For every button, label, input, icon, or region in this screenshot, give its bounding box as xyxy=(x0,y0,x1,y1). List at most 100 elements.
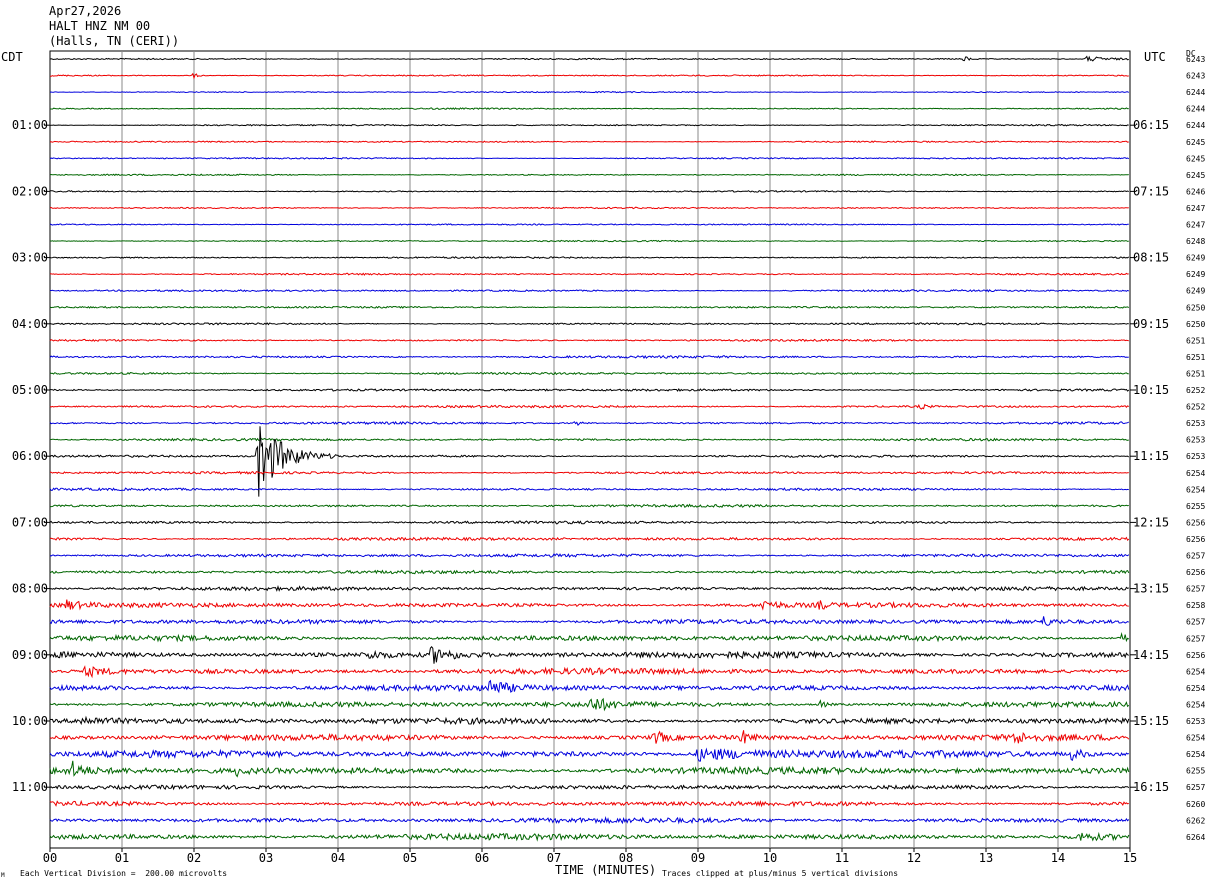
x-tick-label: 12 xyxy=(907,851,921,865)
seismic-trace xyxy=(49,799,1129,808)
seismic-trace xyxy=(49,437,1129,442)
seismic-trace xyxy=(49,831,1130,842)
dc-offset-label: 6254 xyxy=(1186,750,1205,759)
seismic-trace xyxy=(49,632,1130,643)
dc-offset-label: 6253 xyxy=(1186,452,1205,461)
left-hour-label: 03:00 xyxy=(12,251,48,265)
left-hour-label: 07:00 xyxy=(12,515,48,529)
dc-offset-label: 6257 xyxy=(1186,634,1205,643)
dc-offset-label: 6257 xyxy=(1186,783,1205,792)
seismic-trace xyxy=(49,715,1130,726)
seismic-trace xyxy=(49,157,1130,160)
scale-note: Each Vertical Division = 200.00 microvol… xyxy=(20,869,228,878)
x-tick-label: 00 xyxy=(43,851,57,865)
x-tick-label: 10 xyxy=(763,851,777,865)
seismic-trace xyxy=(49,289,1130,293)
dc-offset-label: 6255 xyxy=(1186,502,1205,511)
dc-offset-label: 6264 xyxy=(1186,833,1205,842)
right-hour-label: 09:15 xyxy=(1133,317,1169,331)
seismic-trace xyxy=(49,426,1130,497)
seismic-trace xyxy=(49,470,1129,475)
seismic-trace xyxy=(49,239,1129,243)
left-hour-label: 09:00 xyxy=(12,648,48,662)
seismic-trace xyxy=(49,487,1129,492)
dc-offset-label: 6253 xyxy=(1186,419,1205,428)
seismic-trace xyxy=(49,536,1130,542)
dc-offset-label: 6251 xyxy=(1186,369,1205,378)
dc-offset-label: 6249 xyxy=(1186,254,1205,263)
seismic-trace xyxy=(49,272,1129,276)
dc-offset-label: 6254 xyxy=(1186,684,1205,693)
seismic-trace xyxy=(49,256,1130,259)
x-tick-label: 11 xyxy=(835,851,849,865)
seismic-trace xyxy=(49,569,1130,575)
right-hour-label: 15:15 xyxy=(1133,714,1169,728)
dc-offset-label: 6244 xyxy=(1186,88,1205,97)
right-hour-label: 14:15 xyxy=(1133,648,1169,662)
dc-offset-label: 6251 xyxy=(1186,336,1205,345)
dc-offset-label: 6253 xyxy=(1186,436,1205,445)
seismic-trace xyxy=(49,123,1129,127)
seismic-trace xyxy=(49,784,1130,791)
corner-mark: M xyxy=(1,872,5,879)
dc-offset-label: 6245 xyxy=(1186,171,1205,180)
seismic-trace xyxy=(49,730,1130,744)
seismic-trace xyxy=(49,599,1129,611)
dc-offset-label: 6262 xyxy=(1186,816,1205,825)
seismic-trace xyxy=(50,388,1130,392)
seismic-trace xyxy=(49,420,1130,426)
x-tick-label: 15 xyxy=(1123,851,1137,865)
x-tick-label: 03 xyxy=(259,851,273,865)
dc-offset-label: 6257 xyxy=(1186,618,1205,627)
x-tick-label: 06 xyxy=(475,851,489,865)
seismic-trace xyxy=(49,585,1130,592)
seismic-trace xyxy=(49,338,1129,343)
dc-offset-label: 6247 xyxy=(1186,204,1205,213)
dc-offset-label: 6245 xyxy=(1186,138,1205,147)
seismic-trace xyxy=(49,190,1130,193)
right-hour-label: 07:15 xyxy=(1133,184,1169,198)
x-tick-label: 14 xyxy=(1051,851,1065,865)
right-hour-label: 08:15 xyxy=(1133,251,1169,265)
dc-offset-label: 6258 xyxy=(1186,601,1205,610)
right-hour-label: 10:15 xyxy=(1133,383,1169,397)
seismic-trace xyxy=(49,646,1129,664)
seismic-trace xyxy=(49,553,1130,558)
dc-offset-label: 6247 xyxy=(1186,221,1205,230)
dc-offset-label: 6246 xyxy=(1186,187,1205,196)
dc-offset-label: 6256 xyxy=(1186,651,1205,660)
dc-offset-label: 6254 xyxy=(1186,485,1205,494)
dc-offset-label: 6248 xyxy=(1186,237,1205,246)
dc-offset-label: 6250 xyxy=(1186,320,1205,329)
dc-offset-label: 6256 xyxy=(1186,535,1205,544)
x-tick-label: 13 xyxy=(979,851,993,865)
right-hour-label: 11:15 xyxy=(1133,449,1169,463)
dc-offset-label: 6254 xyxy=(1186,734,1205,743)
seismic-trace xyxy=(49,403,1130,410)
right-hour-label: 06:15 xyxy=(1133,118,1169,132)
dc-offset-label: 6257 xyxy=(1186,585,1205,594)
seismic-trace xyxy=(49,697,1130,712)
x-tick-label: 01 xyxy=(115,851,129,865)
dc-offset-label: 6249 xyxy=(1186,270,1205,279)
left-hour-label: 06:00 xyxy=(12,449,48,463)
x-tick-label: 02 xyxy=(187,851,201,865)
seismic-trace xyxy=(49,503,1129,508)
right-hour-label: 16:15 xyxy=(1133,780,1169,794)
seismic-trace xyxy=(49,520,1129,525)
seismic-trace xyxy=(49,55,1129,63)
dc-offset-label: 6255 xyxy=(1186,767,1205,776)
dc-offset-label: 6252 xyxy=(1186,386,1205,395)
seismic-trace xyxy=(49,616,1130,626)
seismic-trace xyxy=(49,371,1129,376)
right-hour-label: 12:15 xyxy=(1133,515,1169,529)
dc-offset-label: 6254 xyxy=(1186,667,1205,676)
clip-note: Traces clipped at plus/minus 5 vertical … xyxy=(662,869,899,878)
dc-offset-label: 6249 xyxy=(1186,287,1205,296)
seismic-trace xyxy=(49,747,1129,762)
seismic-trace xyxy=(49,173,1129,177)
left-hour-label: 11:00 xyxy=(12,780,48,794)
dc-offset-label: 6244 xyxy=(1186,105,1205,114)
left-hour-label: 05:00 xyxy=(12,383,48,397)
dc-offset-label: 6250 xyxy=(1186,303,1205,312)
